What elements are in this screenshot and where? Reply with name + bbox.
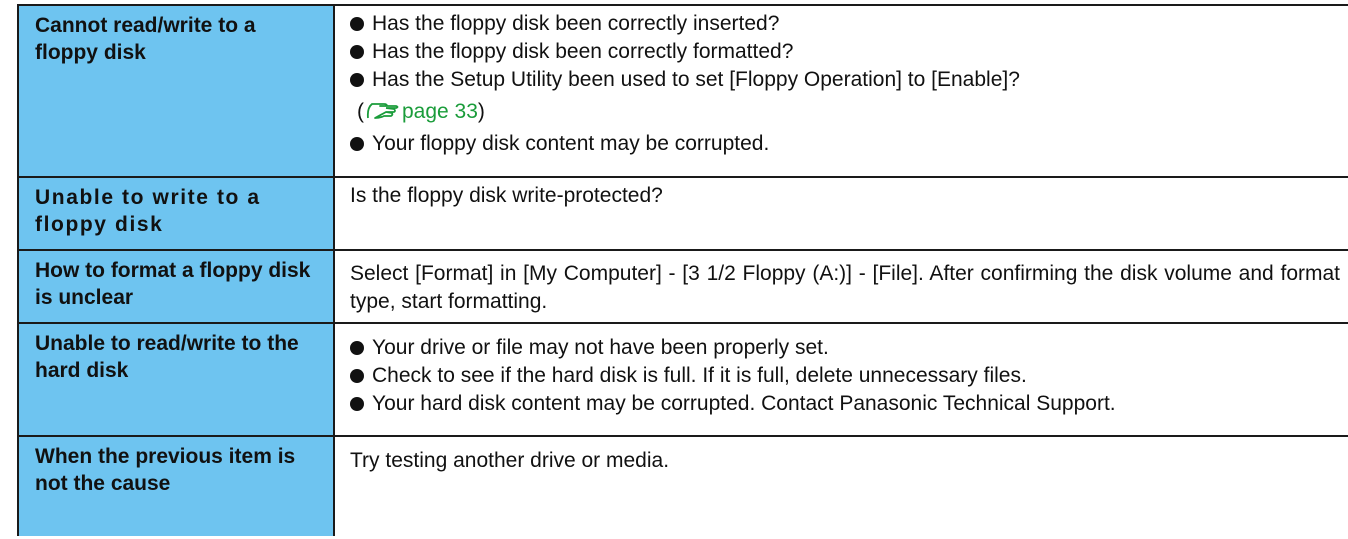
solution-cell: Has the floppy disk been correctly inser… — [333, 4, 1348, 178]
bullet-icon — [350, 368, 364, 383]
problem-text: Unable to read/write to the hard disk — [35, 332, 299, 382]
bullet-icon — [350, 136, 364, 151]
solution-cell: Your drive or file may not have been pro… — [333, 322, 1348, 437]
problem-text: Cannot read/write to a floppy disk — [35, 14, 256, 64]
problem-cell: Cannot read/write to a floppy disk — [17, 4, 335, 178]
table-row: How to format a floppy disk is unclear S… — [17, 249, 1348, 324]
bullet-icon — [350, 16, 364, 31]
troubleshooting-table: Cannot read/write to a floppy disk Has t… — [17, 4, 1348, 536]
solution-text: Try testing another drive or media. — [350, 449, 670, 472]
list-item: Has the floppy disk been correctly inser… — [350, 10, 1340, 38]
table-row: Cannot read/write to a floppy disk Has t… — [17, 4, 1348, 178]
bullet-icon — [350, 340, 364, 355]
bullet-icon — [350, 44, 364, 59]
solution-text: Is the floppy disk write-protected? — [350, 184, 663, 207]
solution-cell: Select [Format] in [My Computer] - [3 1/… — [333, 249, 1348, 324]
solution-text: Select [Format] in [My Computer] - [3 1/… — [350, 262, 1340, 313]
bullet-icon — [350, 396, 364, 411]
table-row: Unable to write to a floppy disk Is the … — [17, 176, 1348, 251]
list-item: Has the floppy disk been correctly forma… — [350, 38, 1340, 66]
table-row: Unable to read/write to the hard disk Yo… — [17, 322, 1348, 437]
problem-text: When the previous item is not the cause — [35, 445, 296, 495]
solution-cell: Try testing another drive or media. — [333, 435, 1348, 536]
problem-cell: How to format a floppy disk is unclear — [17, 249, 335, 324]
problem-cell: Unable to read/write to the hard disk — [17, 322, 335, 437]
problem-cell: When the previous item is not the cause — [17, 435, 335, 536]
problem-text: Unable to write to a floppy disk — [35, 186, 261, 236]
pointing-hand-icon — [366, 100, 400, 130]
list-item: Your drive or file may not have been pro… — [350, 334, 1340, 362]
page-link[interactable]: page 33 — [402, 100, 478, 123]
list-item: Your floppy disk content may be corrupte… — [350, 130, 1340, 158]
problem-text: How to format a floppy disk is unclear — [35, 259, 311, 309]
list-item: Your hard disk content may be corrupted.… — [350, 390, 1340, 418]
list-item: Check to see if the hard disk is full. I… — [350, 362, 1340, 390]
list-item: Has the Setup Utility been used to set [… — [350, 66, 1340, 94]
page-reference[interactable]: (page 33) — [350, 98, 1340, 130]
bullet-icon — [350, 72, 364, 87]
solution-cell: Is the floppy disk write-protected? — [333, 176, 1348, 251]
problem-cell: Unable to write to a floppy disk — [17, 176, 335, 251]
table-row: When the previous item is not the cause … — [17, 435, 1348, 536]
